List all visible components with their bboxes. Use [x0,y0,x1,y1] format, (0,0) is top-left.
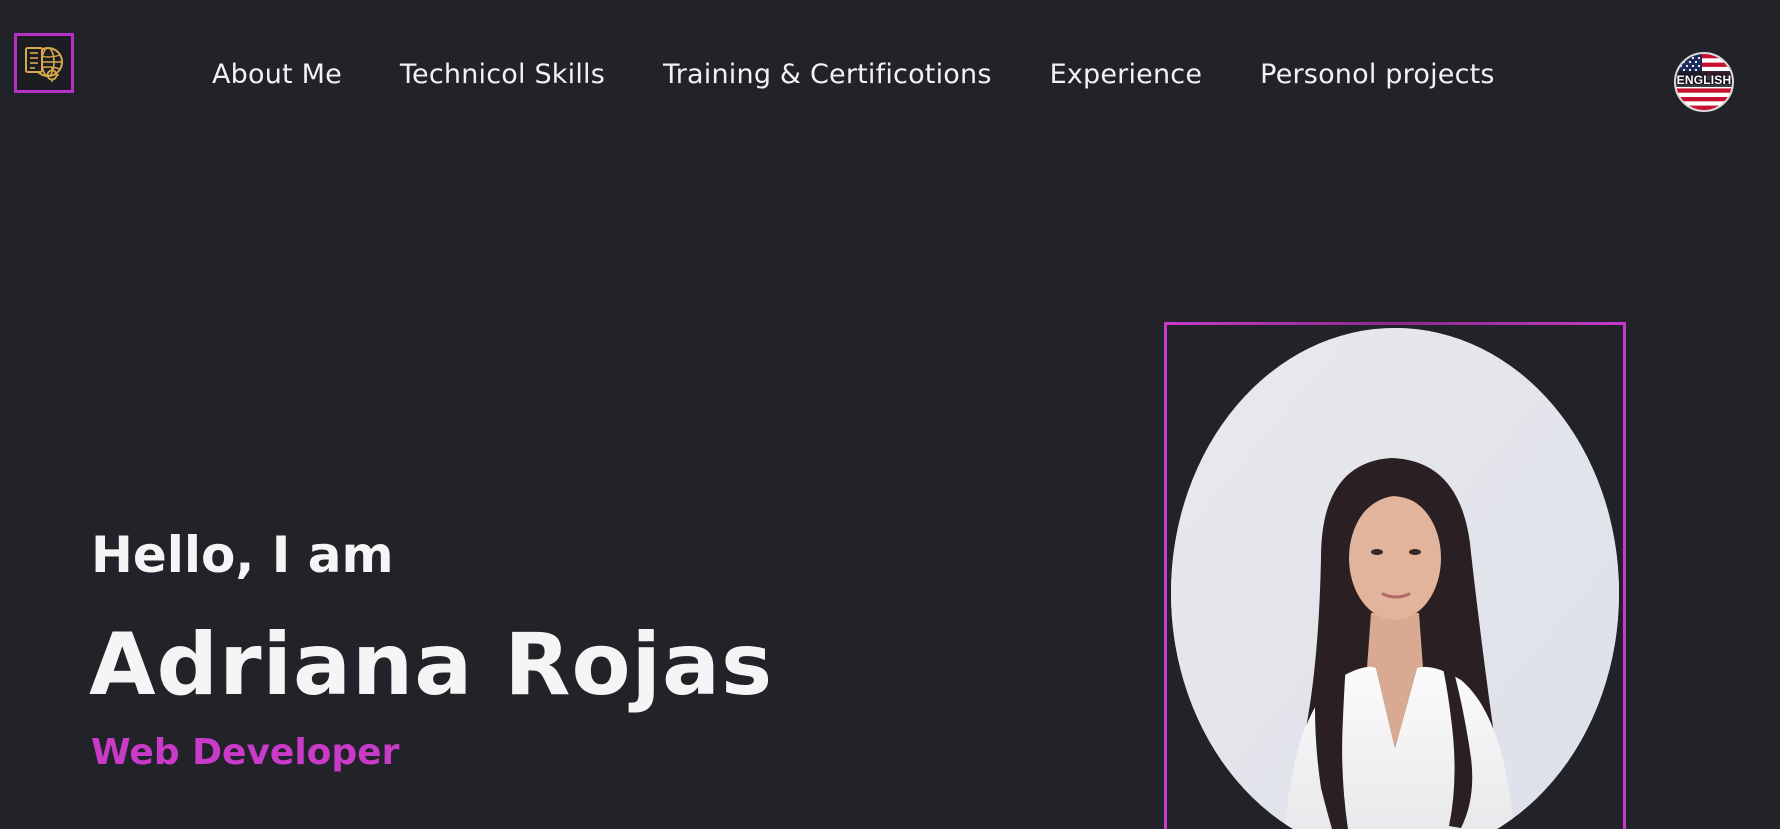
hero-name: Adriana Rojas [89,615,774,715]
nav-technical-skills[interactable]: Technicol Skills [400,59,605,90]
nav-training-certifications[interactable]: Training & Certificotions [663,59,992,90]
hero-role: Web Developer [91,732,400,773]
language-label: ENGLISH [1676,73,1732,87]
portfolio-page: About Me Technicol Skills Training & Cer… [0,0,1780,829]
nav-about-me[interactable]: About Me [212,59,342,90]
main-nav: About Me Technicol Skills Training & Cer… [212,56,1495,92]
nav-experience[interactable]: Experience [1050,59,1203,90]
hero-greeting: Hello, I am [91,526,394,584]
nav-personal-projects[interactable]: Personol projects [1260,59,1495,90]
globe-document-icon [25,47,63,82]
site-logo[interactable] [14,33,74,93]
profile-photo [1171,328,1619,829]
language-toggle[interactable]: ENGLISH [1674,52,1734,112]
